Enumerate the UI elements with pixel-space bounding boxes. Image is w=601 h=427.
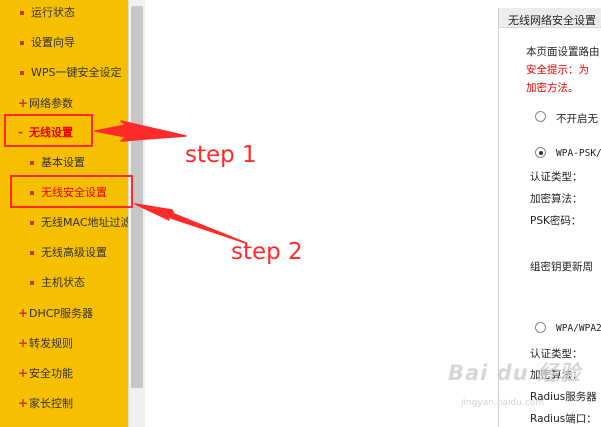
baidu-watermark: Bai du 经验 (448, 361, 581, 385)
arrow-step2 (134, 203, 247, 244)
arrow-step1 (94, 120, 187, 142)
step2-label: step 2 (231, 239, 303, 265)
watermark-url: jingyan.baidu.com (461, 398, 545, 408)
step1-label: step 1 (185, 142, 257, 168)
